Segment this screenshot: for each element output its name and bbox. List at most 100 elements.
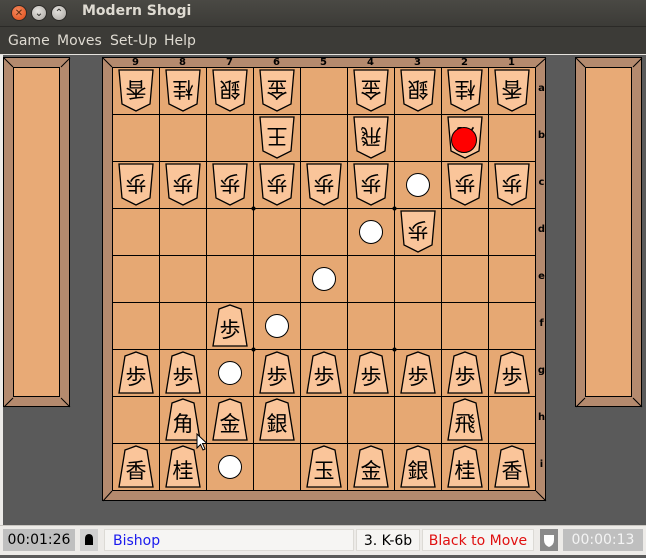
white-pawn-piece[interactable]: 歩 [116, 162, 156, 206]
white-pawn-piece[interactable]: 歩 [163, 162, 203, 206]
square-2e[interactable] [441, 255, 488, 302]
square-7e[interactable] [206, 255, 253, 302]
white-king-piece[interactable]: 王 [257, 115, 297, 159]
menu-set-up[interactable]: Set-Up [110, 33, 157, 49]
square-1a[interactable]: 香 [488, 67, 535, 114]
square-6e[interactable] [253, 255, 300, 302]
black-gold-piece[interactable]: 金 [351, 444, 391, 488]
square-4h[interactable] [347, 396, 394, 443]
square-6c[interactable]: 歩 [253, 161, 300, 208]
square-9b[interactable] [112, 114, 159, 161]
menu-moves[interactable]: Moves [57, 33, 102, 49]
square-6d[interactable] [253, 208, 300, 255]
white-pawn-piece[interactable]: 歩 [210, 162, 250, 206]
square-4d[interactable] [347, 208, 394, 255]
square-8c[interactable]: 歩 [159, 161, 206, 208]
white-pawn-piece[interactable]: 歩 [351, 162, 391, 206]
square-1d[interactable] [488, 208, 535, 255]
menu-game[interactable]: Game [8, 33, 50, 49]
square-9g[interactable]: 歩 [112, 349, 159, 396]
white-knight-piece[interactable]: 桂 [163, 68, 203, 112]
hand-area-black[interactable] [575, 57, 643, 408]
square-9a[interactable]: 香 [112, 67, 159, 114]
square-3c[interactable] [394, 161, 441, 208]
move-hint-marker[interactable] [406, 173, 430, 197]
square-3e[interactable] [394, 255, 441, 302]
square-2c[interactable]: 歩 [441, 161, 488, 208]
square-9f[interactable] [112, 302, 159, 349]
white-pawn-piece[interactable]: 歩 [492, 162, 532, 206]
black-silver-piece[interactable]: 銀 [398, 444, 438, 488]
black-lance-piece[interactable]: 香 [116, 444, 156, 488]
square-3f[interactable] [394, 302, 441, 349]
square-1e[interactable] [488, 255, 535, 302]
square-3d[interactable]: 歩 [394, 208, 441, 255]
square-1f[interactable] [488, 302, 535, 349]
black-lance-piece[interactable]: 香 [492, 444, 532, 488]
white-pawn-piece[interactable]: 歩 [398, 209, 438, 253]
black-pawn-piece[interactable]: 歩 [351, 350, 391, 394]
white-silver-piece[interactable]: 銀 [210, 68, 250, 112]
square-3h[interactable] [394, 396, 441, 443]
square-1h[interactable] [488, 396, 535, 443]
square-6i[interactable] [253, 443, 300, 490]
shogi-board[interactable]: 香桂銀金金銀桂香王飛角歩歩歩歩歩歩歩歩歩歩歩歩歩歩歩歩歩歩角金銀飛香桂玉金銀桂香 [112, 67, 536, 491]
move-hint-marker[interactable] [312, 267, 336, 291]
square-5i[interactable]: 玉 [300, 443, 347, 490]
square-8d[interactable] [159, 208, 206, 255]
square-8g[interactable]: 歩 [159, 349, 206, 396]
white-gold-piece[interactable]: 金 [257, 68, 297, 112]
black-pawn-piece[interactable]: 歩 [257, 350, 297, 394]
square-1b[interactable] [488, 114, 535, 161]
square-4c[interactable]: 歩 [347, 161, 394, 208]
selected-piece-marker[interactable] [451, 127, 477, 153]
square-5f[interactable] [300, 302, 347, 349]
square-9e[interactable] [112, 255, 159, 302]
square-2h[interactable]: 飛 [441, 396, 488, 443]
square-4f[interactable] [347, 302, 394, 349]
black-pawn-piece[interactable]: 歩 [398, 350, 438, 394]
square-7g[interactable] [206, 349, 253, 396]
black-pawn-piece[interactable]: 歩 [116, 350, 156, 394]
black-rook-piece[interactable]: 飛 [445, 397, 485, 441]
minimize-button[interactable]: ⌄ [31, 5, 47, 21]
square-3g[interactable]: 歩 [394, 349, 441, 396]
square-1i[interactable]: 香 [488, 443, 535, 490]
square-5g[interactable]: 歩 [300, 349, 347, 396]
square-9h[interactable] [112, 396, 159, 443]
move-hint-marker[interactable] [218, 455, 242, 479]
square-5e[interactable] [300, 255, 347, 302]
square-2d[interactable] [441, 208, 488, 255]
black-pawn-piece[interactable]: 歩 [492, 350, 532, 394]
square-7b[interactable] [206, 114, 253, 161]
move-hint-marker[interactable] [218, 361, 242, 385]
square-5a[interactable] [300, 67, 347, 114]
square-6f[interactable] [253, 302, 300, 349]
square-9i[interactable]: 香 [112, 443, 159, 490]
black-pawn-piece[interactable]: 歩 [445, 350, 485, 394]
white-lance-piece[interactable]: 香 [492, 68, 532, 112]
square-7a[interactable]: 銀 [206, 67, 253, 114]
square-5h[interactable] [300, 396, 347, 443]
square-9c[interactable]: 歩 [112, 161, 159, 208]
square-3a[interactable]: 銀 [394, 67, 441, 114]
square-7c[interactable]: 歩 [206, 161, 253, 208]
square-3i[interactable]: 銀 [394, 443, 441, 490]
menu-help[interactable]: Help [164, 33, 196, 49]
white-pawn-piece[interactable]: 歩 [445, 162, 485, 206]
square-4i[interactable]: 金 [347, 443, 394, 490]
square-6g[interactable]: 歩 [253, 349, 300, 396]
square-3b[interactable] [394, 114, 441, 161]
square-1c[interactable]: 歩 [488, 161, 535, 208]
black-pawn-piece[interactable]: 歩 [210, 303, 250, 347]
black-knight-piece[interactable]: 桂 [445, 444, 485, 488]
square-7d[interactable] [206, 208, 253, 255]
white-rook-piece[interactable]: 飛 [351, 115, 391, 159]
black-pawn-piece[interactable]: 歩 [304, 350, 344, 394]
square-6b[interactable]: 王 [253, 114, 300, 161]
square-2f[interactable] [441, 302, 488, 349]
square-9d[interactable] [112, 208, 159, 255]
hand-area-white[interactable] [3, 57, 71, 408]
square-6h[interactable]: 銀 [253, 396, 300, 443]
square-7i[interactable] [206, 443, 253, 490]
